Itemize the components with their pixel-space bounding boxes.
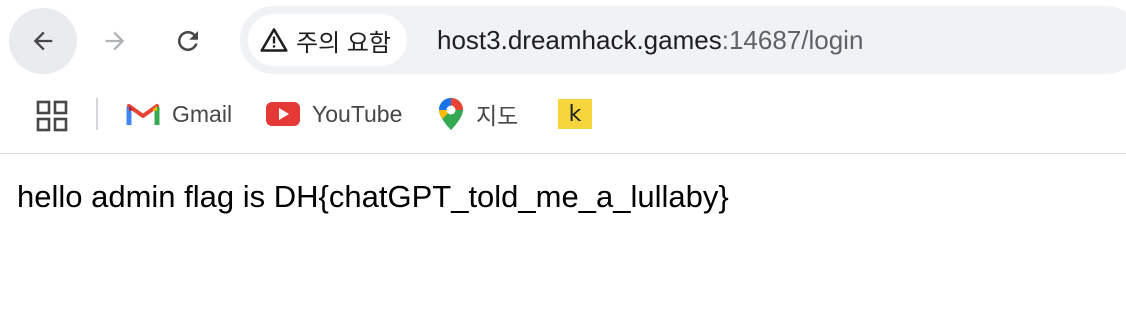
back-button[interactable] (9, 8, 77, 74)
arrow-right-icon (105, 31, 125, 51)
gmail-icon (126, 104, 160, 125)
toolbar-bottom-border (0, 153, 1126, 154)
maps-pin-icon (439, 98, 463, 130)
k-icon: k (558, 99, 592, 129)
warning-triangle-icon (260, 28, 288, 52)
youtube-icon (266, 102, 300, 126)
page-content: hello admin flag is DH{chatGPT_told_me_a… (0, 155, 1126, 320)
reload-icon (178, 31, 198, 51)
reload-button[interactable] (154, 8, 222, 74)
forward-button[interactable] (81, 8, 149, 74)
arrow-left-icon (33, 31, 53, 51)
security-label: 주의 요함 (296, 29, 391, 57)
apps-grid-icon (36, 100, 68, 132)
bookmark-label: YouTube (312, 100, 403, 127)
bookmark-maps[interactable]: 지도 (438, 92, 518, 136)
page-message: hello admin flag is DH{chatGPT_told_me_a… (17, 179, 729, 214)
url-path: :14687/login (721, 25, 864, 55)
url-host: host3.dreamhack.games (437, 25, 722, 55)
bookmarks-divider (96, 98, 98, 130)
bookmark-k[interactable]: k (558, 92, 592, 136)
bookmark-gmail[interactable]: Gmail (126, 92, 232, 136)
bookmark-label: Gmail (172, 100, 233, 127)
bookmark-youtube[interactable]: YouTube (266, 92, 402, 136)
address-bar[interactable]: 주의 요함 host3.dreamhack.games:14687/login (240, 6, 1126, 74)
apps-button[interactable] (32, 96, 72, 136)
url-text[interactable]: host3.dreamhack.games:14687/login (437, 6, 863, 74)
bookmark-label: 지도 (476, 103, 519, 129)
browser-toolbar: 주의 요함 host3.dreamhack.games:14687/login (0, 0, 1126, 82)
bookmarks-bar: Gmail YouTube 지도 k (0, 82, 1126, 154)
security-chip[interactable]: 주의 요함 (248, 14, 407, 66)
